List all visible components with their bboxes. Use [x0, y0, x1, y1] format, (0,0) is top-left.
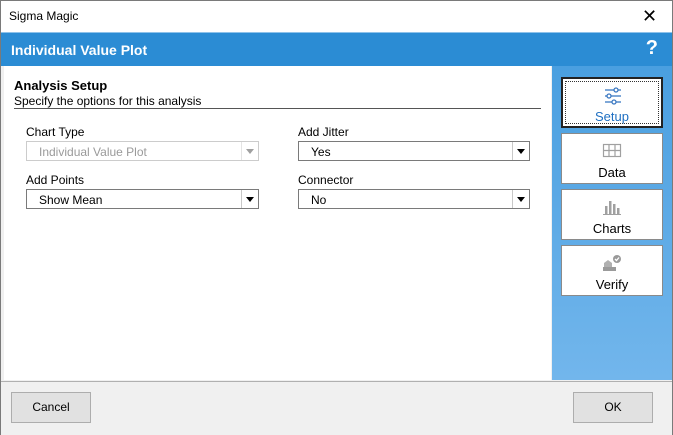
nav-charts-label: Charts	[592, 221, 632, 236]
bar-chart-icon	[603, 201, 621, 215]
chart-type-select: Individual Value Plot	[26, 141, 259, 161]
window-title: Sigma Magic	[9, 9, 79, 23]
add-points-label: Add Points	[26, 173, 85, 187]
chevron-down-icon	[241, 142, 258, 160]
nav-charts-button[interactable]: Charts	[561, 189, 663, 240]
chevron-down-icon[interactable]	[512, 142, 529, 160]
ok-button[interactable]: OK	[573, 392, 653, 423]
connector-label: Connector	[298, 173, 354, 187]
dialog-heading: Individual Value Plot	[11, 42, 148, 58]
close-icon[interactable]: ✕	[627, 1, 672, 32]
chart-type-label: Chart Type	[26, 125, 85, 139]
nav-verify-label: Verify	[595, 277, 629, 292]
chevron-down-icon[interactable]	[241, 190, 258, 208]
nav-setup-button[interactable]: Setup	[561, 77, 663, 128]
section-divider	[14, 108, 541, 109]
section-title: Analysis Setup	[14, 78, 108, 93]
setup-panel: Analysis Setup Specify the options for t…	[4, 66, 551, 380]
cancel-button[interactable]: Cancel	[11, 392, 91, 423]
add-points-value: Show Mean	[39, 193, 103, 207]
dialog-window: Sigma Magic ✕ Individual Value Plot ? An…	[0, 0, 673, 435]
connector-select[interactable]: No	[298, 189, 530, 209]
nav-verify-button[interactable]: Verify	[561, 245, 663, 296]
connector-value: No	[311, 193, 327, 207]
add-jitter-select[interactable]: Yes	[298, 141, 530, 161]
nav-data-button[interactable]: Data	[561, 133, 663, 184]
chevron-down-icon[interactable]	[512, 190, 529, 208]
verify-icon	[603, 255, 621, 271]
add-jitter-value: Yes	[311, 145, 331, 159]
add-points-select[interactable]: Show Mean	[26, 189, 259, 209]
button-bar: Cancel OK	[1, 381, 672, 435]
sliders-icon	[605, 87, 621, 105]
title-bar: Sigma Magic ✕	[1, 1, 672, 32]
nav-panel: Setup Data Charts Verify	[552, 66, 672, 380]
header-banner: Individual Value Plot ?	[1, 32, 672, 66]
nav-data-label: Data	[598, 165, 626, 180]
table-icon	[602, 143, 622, 158]
add-jitter-label: Add Jitter	[298, 125, 349, 139]
section-subtitle: Specify the options for this analysis	[14, 94, 202, 108]
chart-type-value: Individual Value Plot	[39, 145, 147, 159]
help-icon[interactable]: ?	[646, 37, 658, 60]
nav-setup-label: Setup	[595, 109, 629, 124]
